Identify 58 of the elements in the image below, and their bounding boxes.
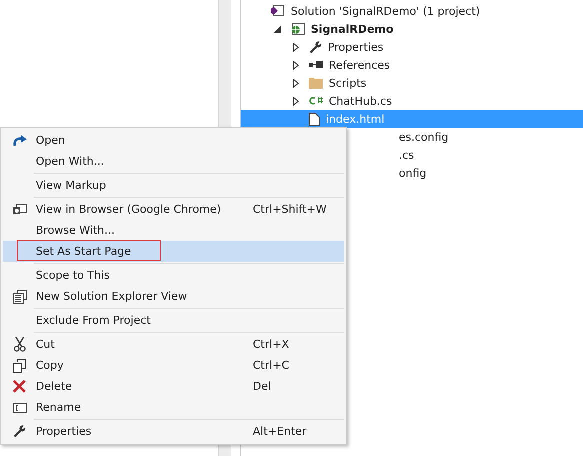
collapsed-arrow-icon[interactable] <box>293 96 299 106</box>
menu-item[interactable]: Browse With... <box>3 220 344 241</box>
menu-label: Rename <box>36 401 82 414</box>
menu-item[interactable]: Open <box>3 130 344 151</box>
menu-label: Open <box>36 134 66 147</box>
menu-item[interactable]: Properties Alt+Enter <box>3 421 344 442</box>
folder-icon <box>309 77 323 89</box>
menu-item[interactable]: View in Browser (Google Chrome) Ctrl+Shift+W <box>3 199 344 220</box>
browser-window-icon <box>12 204 26 215</box>
wrench-icon <box>13 425 26 438</box>
menu-label: Open With... <box>36 155 106 168</box>
menu-label: New Solution Explorer View <box>36 290 188 303</box>
menu-label: Set As Start Page <box>36 245 132 258</box>
tree-item[interactable]: Solution 'SignalRDemo' (1 project) <box>291 4 480 18</box>
tree-item[interactable]: Scripts <box>329 76 367 90</box>
menu-item[interactable]: Cut Ctrl+X <box>3 334 344 355</box>
shortcut-text: Ctrl+X <box>253 338 290 351</box>
menu-item[interactable]: New Solution Explorer View <box>3 286 344 307</box>
menu-item[interactable]: Scope to This <box>3 265 344 286</box>
menu-label: Copy <box>36 359 65 372</box>
shortcut-text: Alt+Enter <box>253 425 307 438</box>
solution-icon <box>271 5 285 17</box>
tree-item[interactable]: References <box>329 58 390 72</box>
shortcut-text: Ctrl+Shift+W <box>253 203 327 216</box>
menu-item[interactable]: View Markup <box>3 175 344 196</box>
menu-label: Delete <box>36 380 74 393</box>
wrench-icon <box>309 40 322 54</box>
shortcut-text: Del <box>253 380 272 393</box>
copy-icon <box>13 358 26 372</box>
tree-item[interactable]: Properties <box>328 40 384 54</box>
menu-item[interactable]: Open With... <box>3 151 344 172</box>
references-icon <box>309 60 323 70</box>
collapsed-arrow-icon[interactable] <box>293 60 299 70</box>
menu-item[interactable]: Exclude From Project <box>3 310 344 331</box>
collapsed-arrow-icon[interactable] <box>293 42 299 52</box>
menu-label: Properties <box>36 425 93 438</box>
scissors-icon <box>14 337 26 352</box>
tree-item[interactable]: SignalRDemo <box>311 22 394 36</box>
menu-item[interactable]: Set As Start Page <box>3 241 344 262</box>
curved-arrow-icon <box>12 134 26 146</box>
rename-icon <box>12 402 26 412</box>
menu-label: Cut <box>36 338 56 351</box>
web-project-icon <box>290 23 305 35</box>
menu-item[interactable]: Delete Del <box>3 376 344 397</box>
collapsed-arrow-icon[interactable] <box>293 78 299 88</box>
menu-label: Scope to This <box>36 269 112 282</box>
menu-label: Exclude From Project <box>36 314 152 327</box>
menu-item[interactable]: Rename <box>3 397 344 418</box>
expanded-arrow-icon[interactable] <box>274 26 280 32</box>
menu-label: View in Browser (Google Chrome) <box>36 203 222 216</box>
tree-item[interactable]: ChatHub.cs <box>329 94 392 108</box>
shortcut-text: Ctrl+C <box>253 359 290 372</box>
new-view-icon <box>12 290 26 304</box>
delete-x-icon <box>13 380 26 393</box>
csharp-file-icon <box>309 96 323 106</box>
menu-label: Browse With... <box>36 224 116 237</box>
menu-label: View Markup <box>36 179 108 192</box>
menu-item[interactable]: Copy Ctrl+C <box>3 355 344 376</box>
